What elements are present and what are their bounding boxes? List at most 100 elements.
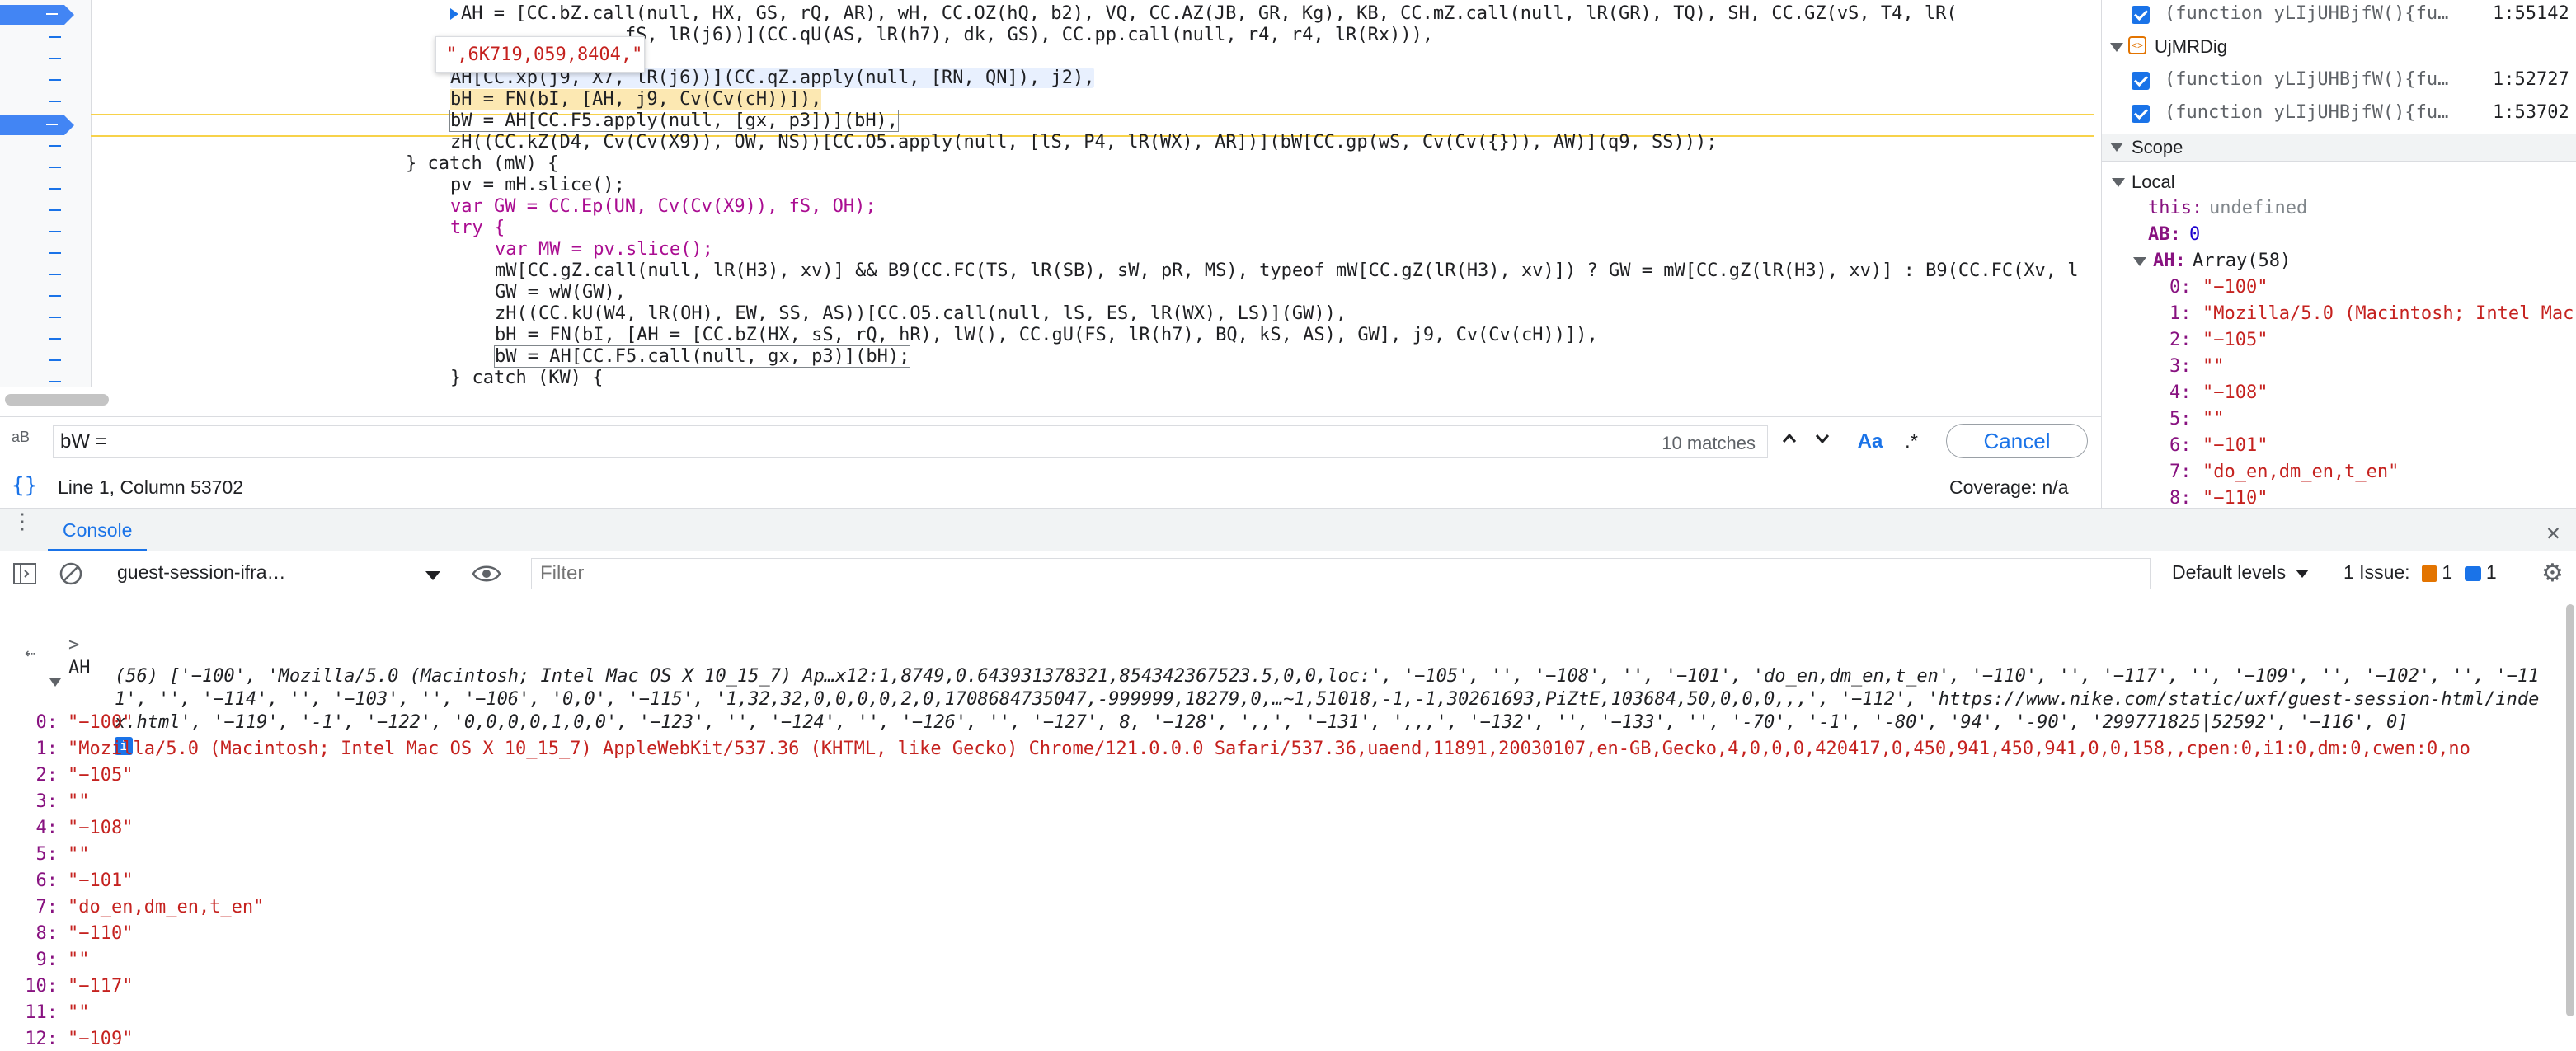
checkbox[interactable] [2132, 72, 2150, 90]
array-entry[interactable]: 11: "" [0, 1002, 90, 1025]
context-label: guest-session-ifra… [117, 561, 286, 583]
entry-value: "" [68, 1002, 90, 1023]
checkbox[interactable] [2132, 105, 2150, 123]
context-selector[interactable]: guest-session-ifra… [117, 561, 286, 584]
checkbox[interactable] [2132, 6, 2150, 24]
match-case-toggle[interactable]: Aa [1852, 427, 1888, 457]
array-entry[interactable]: 9: "" [0, 949, 90, 972]
filter-field[interactable] [531, 558, 2151, 589]
array-entry[interactable]: 7: "do_en,dm_en,t_en" [0, 896, 265, 919]
code-line: mW[CC.gZ.call(null, lR(H3), xv)] && B9(C… [495, 260, 2079, 281]
array-entry[interactable]: 0: "−100" [0, 711, 134, 734]
warning-icon [2421, 565, 2437, 582]
clear-console-icon[interactable] [59, 562, 82, 585]
replace-toggle-icon[interactable]: aB [12, 429, 30, 446]
array-entry[interactable]: 10: "−117" [0, 975, 133, 998]
array-index: 2: [2169, 330, 2192, 350]
expand-triangle-icon[interactable] [2110, 143, 2123, 152]
settings-gear-icon[interactable]: ⚙ [2541, 561, 2564, 586]
expand-triangle-icon[interactable] [49, 670, 61, 693]
pretty-print-icon[interactable]: {} [12, 473, 37, 498]
entry-index: 12: [25, 1029, 58, 1049]
issues-counter[interactable]: 1 Issue: 1 1 [2343, 561, 2497, 584]
search-input[interactable] [54, 426, 1629, 457]
array-value: "Mozilla/5.0 (Macintosh; Intel Mac [2202, 303, 2574, 324]
expand-triangle-icon[interactable] [2133, 257, 2146, 266]
variable-name: AH: [2153, 251, 2186, 271]
expand-triangle-icon[interactable] [2110, 43, 2123, 52]
code-line: AH = [CC.bZ.call(null, HX, GS, rQ, AR), … [450, 3, 1958, 25]
breakpoint-marker[interactable] [0, 5, 74, 25]
call-frame[interactable]: (function yLIjUHBjfW(){fu… 1:53702 [2102, 101, 2576, 127]
more-options-icon[interactable]: ⋮ [12, 511, 33, 533]
call-frame[interactable]: (function yLIjUHBjfW(){fu… 1:52727 [2102, 68, 2576, 94]
tab-console[interactable]: Console [48, 509, 148, 551]
entry-value: "Mozilla/5.0 (Macintosh; Intel Mac OS X … [68, 739, 2470, 759]
hover-value-tooltip: ",6K719,059,8404," [435, 36, 645, 73]
source-editor[interactable]: AH = [CC.bZ.call(null, HX, GS, rQ, AR), … [0, 0, 2094, 412]
console-drawer: ⋮ Console ✕ guest-session-ifra… Default … [0, 508, 2576, 1049]
live-expression-eye-icon[interactable] [472, 562, 501, 585]
dropdown-arrow-icon[interactable] [425, 571, 440, 580]
array-entry[interactable]: 3: "" [0, 791, 90, 814]
array-entry[interactable]: 2: "−105" [0, 764, 134, 787]
variable-value: undefined [2209, 198, 2308, 218]
entry-value: "−101" [68, 870, 134, 891]
expand-triangle-icon[interactable] [2112, 178, 2125, 187]
array-entry[interactable]: 5: "" [0, 843, 90, 866]
issues-info-count: 1 [2485, 561, 2497, 583]
array-index: 1: [2169, 303, 2192, 324]
search-bar: aB 10 matches Aa .* Cancel [0, 416, 2101, 467]
array-index: 6: [2169, 435, 2192, 456]
result-text: x.html', '−119', '-1', '−122', '0,0,0,0,… [114, 712, 2409, 733]
console-toolbar: guest-session-ifra… Default levels 1 Iss… [0, 551, 2576, 598]
group-label: UjMRDig [2155, 36, 2227, 57]
entry-index: 11: [25, 1002, 58, 1023]
next-match-button[interactable] [1807, 427, 1837, 457]
code-line: bH = FN(bI, [AH, j9, Cv(Cv(cH))]), [450, 89, 822, 110]
call-frame[interactable]: (function yLIjUHBjfW(){fu… 1:55142 [2102, 2, 2576, 28]
filter-input[interactable] [532, 559, 2108, 589]
previous-match-button[interactable] [1775, 427, 1804, 457]
array-entry[interactable]: 8: "−110" [0, 922, 134, 945]
code-line: var GW = CC.Ep(UN, Cv(Cv(X9)), fS, OH); [450, 196, 877, 217]
search-field[interactable]: 10 matches [53, 425, 1768, 458]
breakpoint-marker[interactable] [0, 115, 74, 135]
regex-toggle[interactable]: .* [1897, 427, 1926, 457]
log-levels-dropdown[interactable]: Default levels [2172, 561, 2310, 584]
array-value: "−100" [2202, 277, 2268, 298]
array-entry[interactable]: 4: "−108" [0, 817, 134, 840]
entry-value: "−109" [68, 1029, 134, 1049]
array-entry[interactable]: 12: "−109" [0, 1028, 133, 1051]
frame-label: (function yLIjUHBjfW(){fu… [2165, 3, 2449, 24]
debugger-sidebar: (function yLIjUHBjfW(){fu… 1:55142 <> Uj… [2101, 0, 2576, 508]
variable-name: this: [2148, 198, 2203, 218]
close-drawer-icon[interactable]: ✕ [2546, 518, 2560, 546]
entry-index: 7: [35, 897, 59, 917]
cancel-search-button[interactable]: Cancel [1946, 424, 2088, 458]
array-index: 4: [2169, 382, 2192, 403]
log-levels-label: Default levels [2172, 561, 2287, 583]
array-entry[interactable]: 1: "Mozilla/5.0 (Macintosh; Intel Mac OS … [0, 738, 2470, 761]
variable-value: 0 [2189, 224, 2201, 245]
scope-section-header[interactable]: Scope [2102, 134, 2576, 162]
issues-warning-count: 1 [2442, 561, 2453, 583]
code-line: var MW = pv.slice(); [495, 239, 713, 260]
entry-index: 0: [35, 712, 59, 733]
array-entry[interactable]: 6: "−101" [0, 870, 134, 893]
array-value: "−101" [2202, 435, 2268, 456]
sidebar-toggle-icon[interactable] [13, 563, 36, 584]
chevron-down-icon [1815, 434, 1830, 444]
entry-index: 8: [35, 923, 59, 944]
code-line: bW = AH[CC.F5.call(null, gx, p3)](bH); [493, 345, 911, 368]
call-frame-group[interactable]: <> UjMRDig [2102, 35, 2576, 61]
frame-icon: <> [2128, 36, 2146, 54]
entry-index: 5: [35, 844, 59, 865]
scope-local-label: Local [2132, 171, 2175, 192]
code-line: pv = mH.slice(); [450, 175, 625, 195]
frame-location: 1:53702 [2493, 102, 2569, 123]
vertical-scrollbar[interactable] [2566, 604, 2574, 1016]
horizontal-scrollbar[interactable] [5, 394, 109, 406]
entry-index: 3: [35, 791, 59, 812]
line-gutter[interactable] [0, 0, 92, 387]
